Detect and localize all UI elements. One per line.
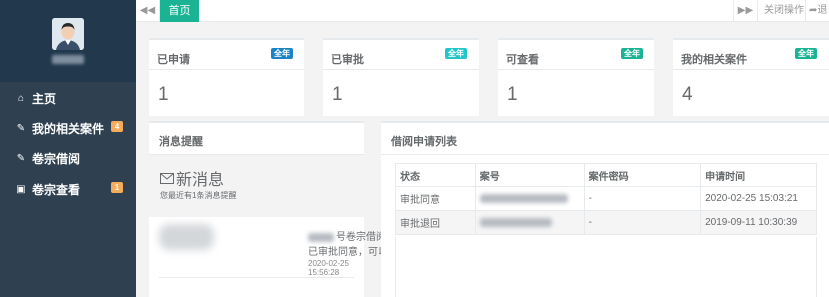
sidebar-item-label: 主页 [32, 91, 57, 106]
column-header-apply-time[interactable]: 申请时间 [700, 163, 817, 187]
tab-scroll-right-button[interactable]: ▶▶ [733, 0, 757, 22]
user-profile [0, 0, 136, 82]
case-number-cell [474, 186, 585, 211]
case-number-cell [474, 210, 585, 235]
messages-panel: 消息提醒 新消息 您最近有1条消息提醒 号卷宗借阅, 已审批同意，可以进行在线查… [149, 121, 458, 297]
stat-card-approved: 已审批 全年 1 [323, 38, 479, 116]
sidebar-item-home[interactable]: ⌂ 主页 [0, 83, 136, 113]
period-badge: 全年 [445, 48, 467, 59]
redacted-text [308, 232, 334, 242]
table-row[interactable]: 审批退回 - 2019-09-11 10:30:39 [395, 210, 817, 235]
table-header-row: 状态 案号 案件密码 申请时间 [395, 163, 817, 187]
sidebar-item-file-loan[interactable]: ✎ 卷宗借阅 [0, 143, 136, 173]
avatar[interactable] [52, 18, 84, 50]
double-chevron-left-icon: ◀◀ [139, 5, 156, 16]
home-icon: ⌂ [17, 92, 25, 104]
message-time: 2020-02-25 15:56:28 [308, 259, 349, 277]
username-redacted [52, 55, 84, 64]
stat-card-my-cases: 我的相关案件 全年 4 [673, 38, 829, 116]
user-avatar-icon [52, 18, 84, 50]
stat-value: 1 [158, 84, 169, 105]
period-badge: 全年 [795, 48, 817, 59]
loan-list-panel: 借阅申请列表 状态 案号 案件密码 申请时间 审批同意 - 2020-02-25… [381, 121, 829, 297]
envelope-icon [160, 172, 174, 184]
apply-time-cell: 2020-02-25 15:03:21 [700, 186, 817, 211]
panel-title: 借阅申请列表 [391, 136, 457, 148]
stat-value: 1 [332, 84, 343, 105]
stat-card-viewable: 可查看 全年 1 [498, 38, 654, 116]
stat-title: 已申请 [157, 54, 190, 66]
sidebar: ⌂ 主页 ✎ 我的相关案件 4 ✎ 卷宗借阅 ▣ 卷宗查看 1 [0, 0, 136, 297]
tab-home[interactable]: 首页 [160, 0, 199, 22]
tab-scroll-left-button[interactable]: ◀◀ [136, 0, 160, 22]
exit-button[interactable]: ➦退 [805, 0, 829, 22]
column-header-password[interactable]: 案件密码 [583, 163, 702, 187]
new-messages-box: 新消息 您最近有1条消息提醒 [149, 155, 364, 217]
double-chevron-right-icon: ▶▶ [737, 5, 754, 16]
count-badge: 1 [111, 182, 123, 193]
sidebar-item-file-view[interactable]: ▣ 卷宗查看 1 [0, 174, 136, 204]
redacted-case-number [159, 224, 214, 250]
column-header-case-number[interactable]: 案号 [474, 163, 585, 187]
stat-value: 4 [682, 84, 693, 105]
close-operations-label: 关闭操作 [764, 5, 804, 16]
tab-bar: ◀◀ 首页 ▶▶ 关闭操作 ➦退 [136, 0, 829, 22]
period-badge: 全年 [621, 48, 643, 59]
redacted-text [479, 193, 568, 203]
period-badge: 全年 [271, 48, 293, 59]
close-operations-button[interactable]: 关闭操作 [757, 0, 805, 22]
sidebar-item-my-cases[interactable]: ✎ 我的相关案件 4 [0, 113, 136, 143]
edit-icon: ✎ [16, 152, 26, 164]
stat-title: 已审批 [331, 54, 364, 66]
count-badge: 4 [111, 121, 123, 132]
stat-title: 我的相关案件 [681, 54, 747, 66]
sidebar-item-label: 我的相关案件 [32, 121, 105, 136]
table-row[interactable]: 审批同意 - 2020-02-25 15:03:21 [395, 186, 817, 211]
column-header-status[interactable]: 状态 [395, 163, 476, 187]
stat-card-applied: 已申请 全年 1 [149, 38, 304, 116]
stat-value: 1 [507, 84, 518, 105]
stat-title: 可查看 [506, 54, 539, 66]
panel-title: 消息提醒 [159, 136, 203, 148]
message-text-line1: 号卷宗借阅, [308, 228, 389, 243]
messages-subtitle: 您最近有1条消息提醒 [160, 191, 237, 200]
redacted-text [479, 217, 552, 227]
exit-label: 退 [817, 5, 828, 16]
image-icon: ▣ [16, 183, 26, 195]
loan-table: 状态 案号 案件密码 申请时间 审批同意 - 2020-02-25 15:03:… [395, 163, 817, 235]
apply-time-cell: 2019-09-11 10:30:39 [700, 210, 817, 235]
edit-icon: ✎ [16, 122, 26, 134]
table-empty-area [395, 237, 817, 297]
status-cell: 审批同意 [395, 186, 476, 211]
password-cell: - [583, 186, 702, 211]
new-messages-label: 新消息 [176, 172, 225, 189]
password-cell: - [583, 210, 702, 235]
sidebar-item-label: 卷宗查看 [32, 182, 81, 197]
status-cell: 审批退回 [395, 210, 476, 235]
sidebar-item-label: 卷宗借阅 [32, 151, 81, 166]
new-messages-header: 新消息 [160, 166, 224, 190]
